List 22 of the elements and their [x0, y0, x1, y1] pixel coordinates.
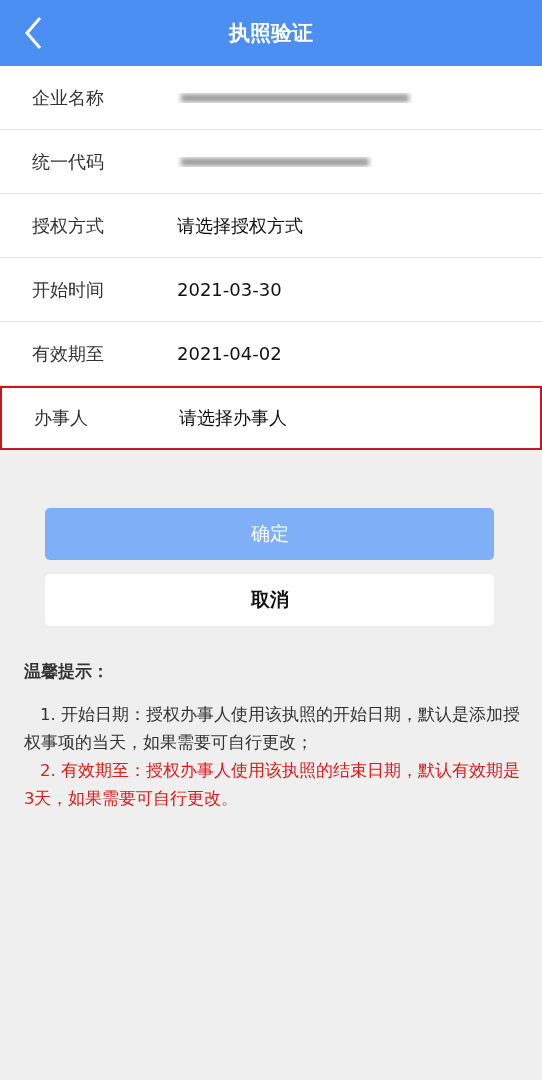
form-row[interactable]: 办事人 请选择办事人 [0, 386, 542, 450]
field-label: 办事人 [34, 406, 89, 430]
field-label: 开始时间 [32, 277, 105, 302]
back-icon[interactable] [24, 16, 42, 50]
form-row[interactable]: 开始时间 2021-03-30 [0, 258, 542, 322]
select-field[interactable]: 请选择授权方式 [177, 213, 303, 238]
field-label: 授权方式 [32, 213, 105, 238]
field-label: 有效期至 [32, 341, 105, 366]
page-title: 执照验证 [229, 20, 313, 47]
tips-title: 温馨提示： [24, 660, 110, 683]
form-row[interactable]: 授权方式 请选择授权方式 [0, 194, 542, 258]
date-field[interactable]: 2021-04-02 [177, 343, 282, 364]
form-row[interactable]: 企业名称 [0, 66, 542, 130]
field-label: 统一代码 [32, 149, 105, 174]
date-field[interactable]: 2021-03-30 [177, 279, 282, 300]
tip-text: 2. 有效期至：授权办事人使用该执照的结束日期，默认有效期是3天，如果需要可自行更改。 [24, 760, 520, 810]
cancel-button[interactable]: 取消 [45, 574, 494, 626]
field-label: 企业名称 [32, 85, 105, 110]
form-row[interactable]: 有效期至 2021-04-02 [0, 322, 542, 386]
tip-text: 1. 开始日期：授权办事人使用该执照的开始日期，默认是添加授权事项的当天，如果需要可自行更改； [24, 704, 520, 754]
form-row[interactable]: 统一代码 [0, 130, 542, 194]
select-field[interactable]: 请选择办事人 [179, 406, 287, 430]
